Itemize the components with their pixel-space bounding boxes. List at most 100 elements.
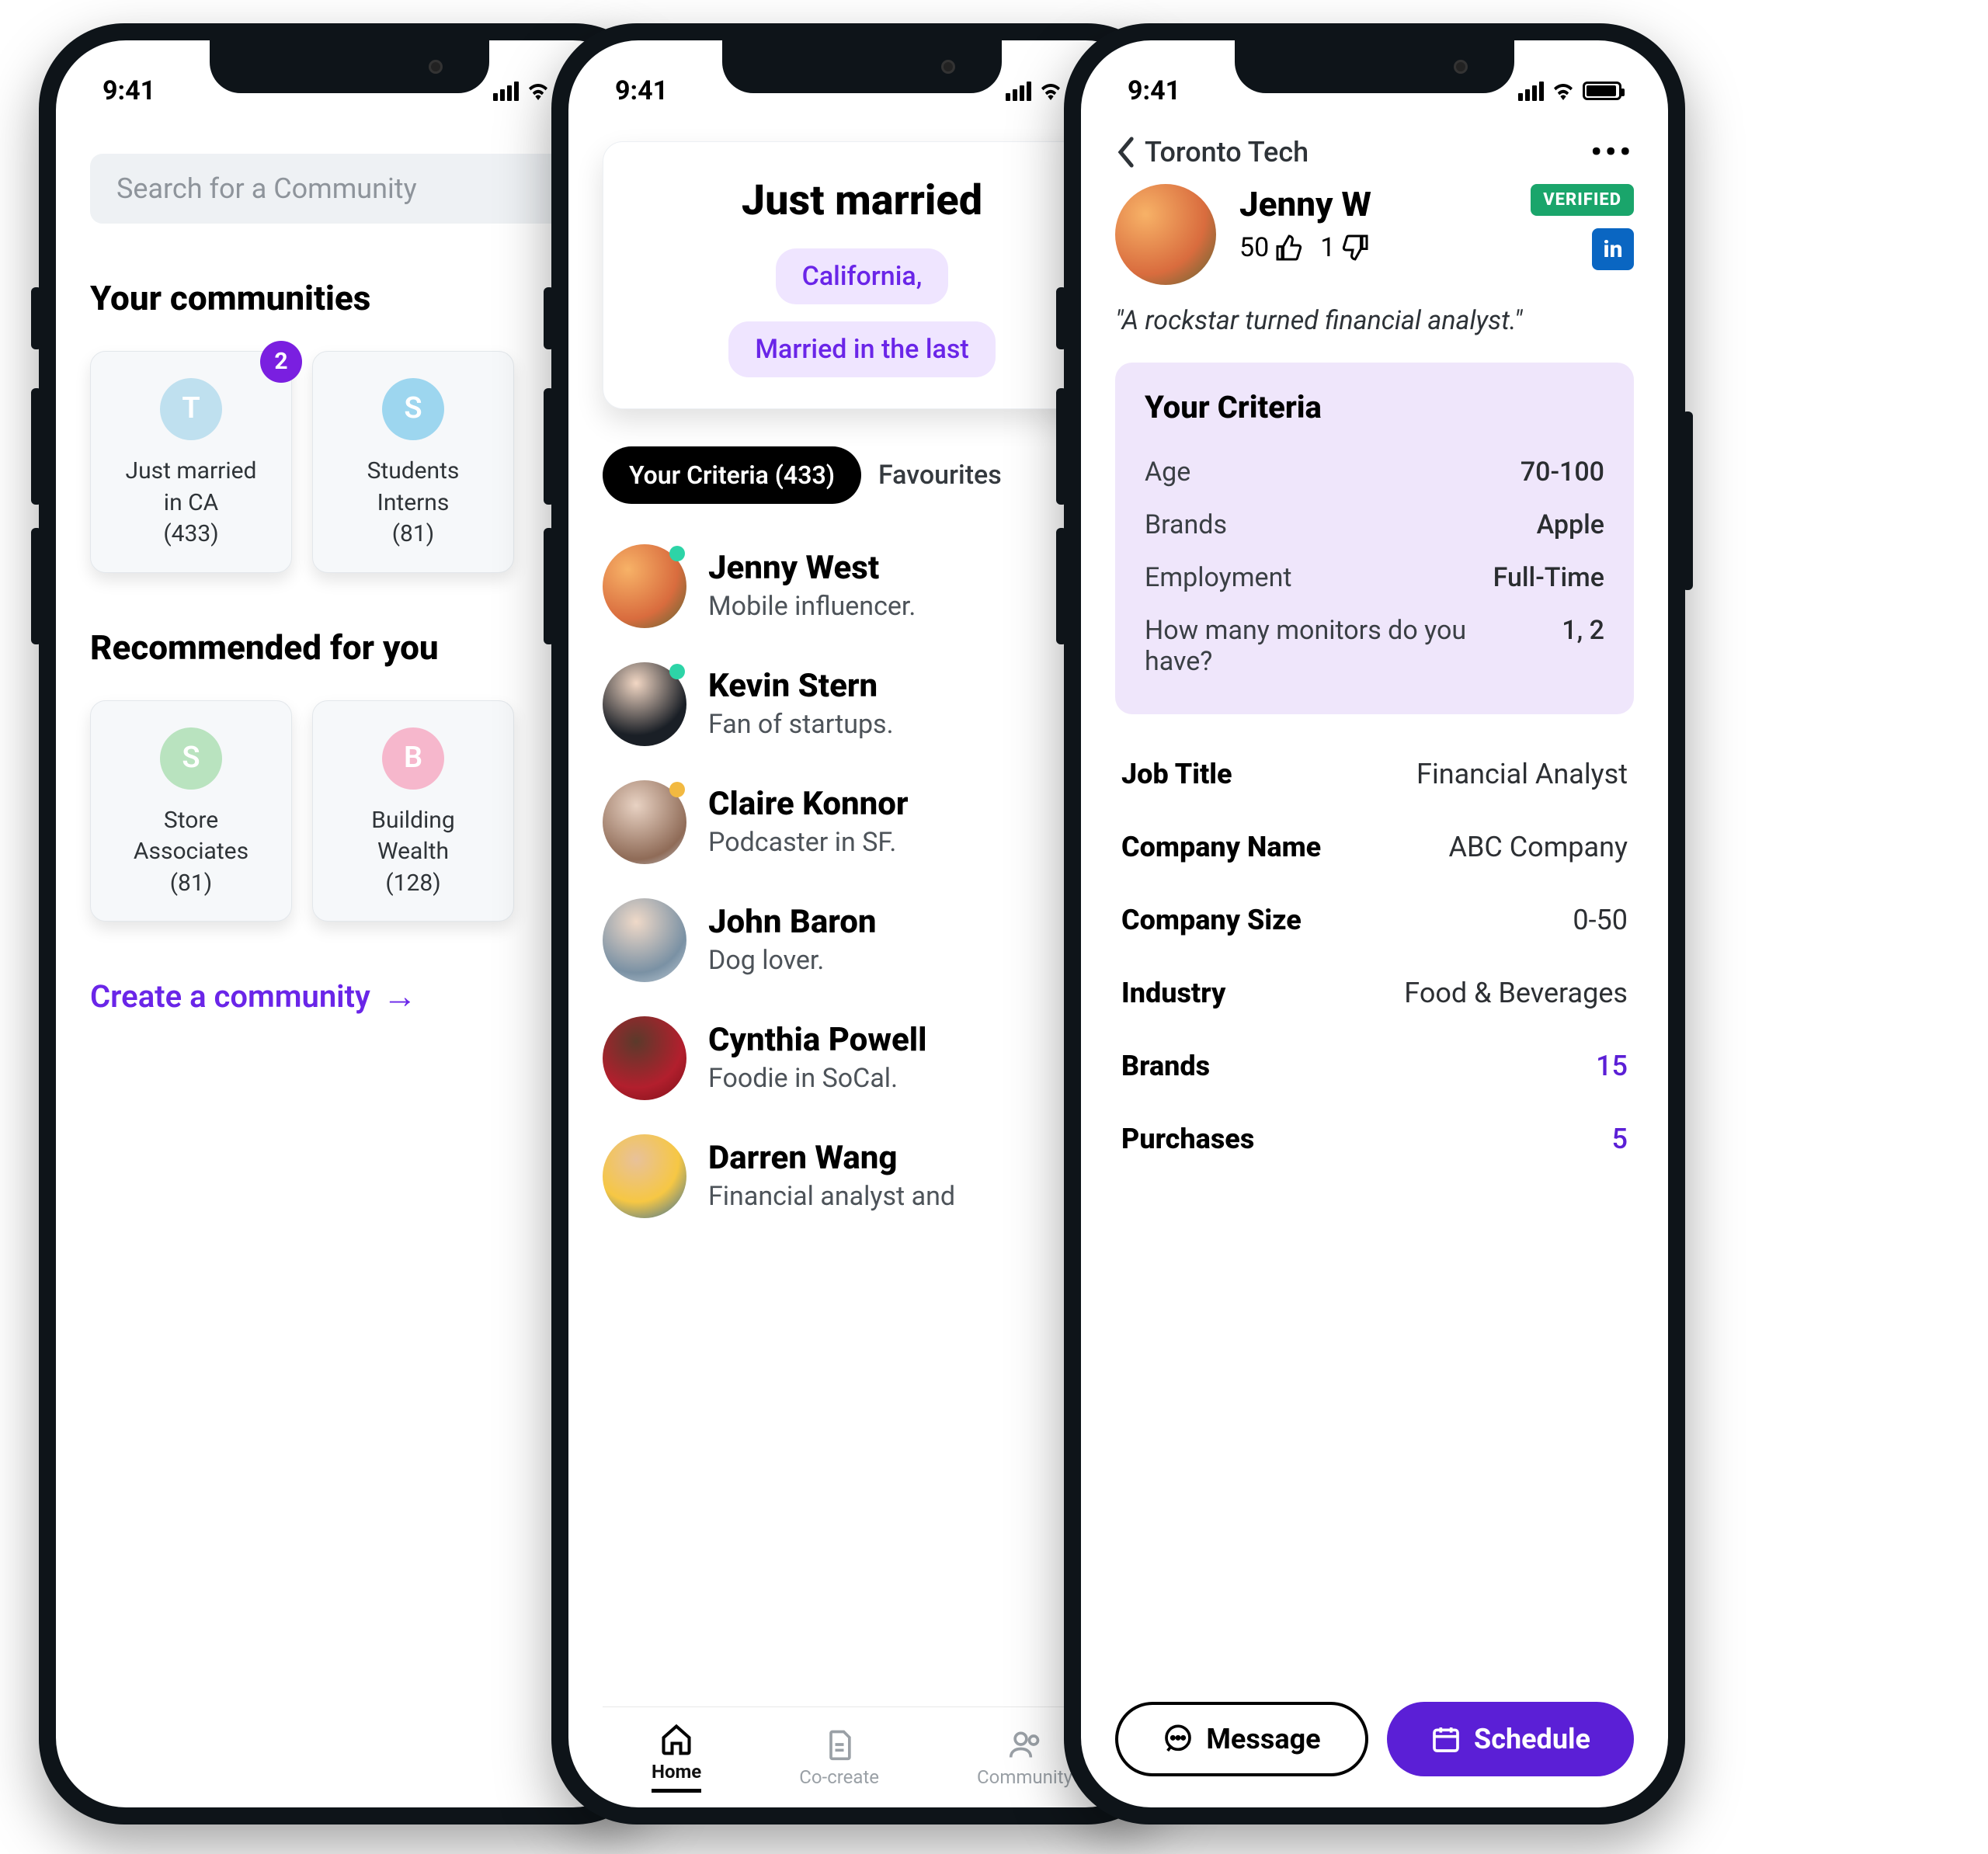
home-icon	[659, 1722, 693, 1756]
criteria-label: Brands	[1145, 509, 1514, 540]
detail-value: 0-50	[1573, 904, 1628, 936]
person-subtitle: Podcaster in SF.	[708, 827, 909, 858]
criteria-row: Brands Apple	[1145, 498, 1604, 551]
nav-home[interactable]: Home	[652, 1722, 701, 1793]
detail-row: Company Name ABC Company	[1121, 811, 1628, 884]
create-community-link[interactable]: Create a community →	[90, 976, 609, 1016]
detail-row: Brands 15	[1121, 1029, 1628, 1102]
message-button[interactable]: Message	[1115, 1702, 1368, 1776]
thumbs-down-icon	[1341, 234, 1369, 262]
back-button[interactable]: Toronto Tech	[1115, 136, 1309, 168]
chevron-left-icon	[1115, 137, 1137, 168]
person-name: Claire Konnor	[708, 786, 909, 822]
detail-row: Company Size 0-50	[1121, 884, 1628, 957]
signal-icon	[493, 82, 519, 101]
person-name: Darren Wang	[708, 1141, 955, 1176]
detail-value[interactable]: 5	[1612, 1123, 1628, 1155]
status-time: 9:41	[615, 75, 668, 106]
detail-row: Purchases 5	[1121, 1102, 1628, 1175]
battery-icon	[1583, 82, 1621, 100]
community-name: StoreAssociates	[100, 805, 282, 868]
detail-row: Job Title Financial Analyst	[1121, 738, 1628, 811]
community-header-card: Just married California, Married in the l…	[603, 141, 1121, 409]
community-card[interactable]: 2 T Just marriedin CA (433)	[90, 351, 292, 573]
community-count: (128)	[322, 868, 504, 900]
community-count: (81)	[100, 868, 282, 900]
notification-badge: 2	[260, 341, 302, 383]
calendar-icon	[1430, 1724, 1461, 1755]
schedule-button[interactable]: Schedule	[1387, 1702, 1634, 1776]
people-icon	[1008, 1727, 1042, 1762]
community-count: (433)	[100, 519, 282, 550]
community-name: Just marriedin CA	[100, 456, 282, 519]
nav-cocreate[interactable]: Co-create	[799, 1727, 879, 1788]
person-name: Jenny West	[708, 550, 916, 586]
your-communities-title: Your communities	[90, 278, 609, 318]
status-dot-icon	[669, 664, 685, 679]
likes-count: 50	[1239, 232, 1303, 263]
person-row[interactable]: Darren Wang Financial analyst and	[603, 1117, 1121, 1235]
wifi-icon	[1039, 82, 1062, 100]
dislikes-count: 1	[1320, 232, 1369, 263]
person-row[interactable]: Claire Konnor Podcaster in SF.	[603, 763, 1121, 881]
detail-label: Company Size	[1121, 904, 1302, 936]
back-label: Toronto Tech	[1145, 136, 1309, 168]
detail-label: Job Title	[1121, 758, 1232, 790]
create-community-label: Create a community	[90, 978, 370, 1015]
search-input[interactable]: Search for a Community	[90, 154, 609, 224]
person-avatar	[603, 544, 686, 628]
criteria-row: How many monitors do you have? 1, 2	[1145, 604, 1604, 688]
filter-chip[interactable]: Married in the last	[728, 321, 995, 377]
detail-label: Industry	[1121, 977, 1225, 1009]
profile-name: Jenny W	[1239, 184, 1371, 224]
person-avatar	[603, 780, 686, 864]
signal-icon	[1518, 82, 1544, 101]
detail-value: Food & Beverages	[1404, 977, 1628, 1009]
bottom-nav: Home Co-create Community	[603, 1706, 1121, 1807]
detail-value[interactable]: 15	[1596, 1050, 1628, 1082]
detail-row: Industry Food & Beverages	[1121, 957, 1628, 1029]
notch	[1235, 40, 1514, 93]
criteria-label: How many monitors do you have?	[1145, 615, 1538, 677]
recommended-card[interactable]: B BuildingWealth (128)	[312, 700, 514, 922]
community-name: StudentsInterns	[322, 456, 504, 519]
community-title: Just married	[634, 176, 1090, 225]
criteria-label: Employment	[1145, 562, 1470, 593]
phone-frame-3: 9:41 Toronto Tech •••	[1064, 23, 1685, 1824]
filter-chip[interactable]: California,	[776, 248, 949, 304]
criteria-row: Age 70-100	[1145, 446, 1604, 498]
community-avatar-icon: B	[382, 727, 444, 790]
criteria-label: Age	[1145, 457, 1497, 488]
criteria-title: Your Criteria	[1145, 389, 1604, 425]
linkedin-icon[interactable]: in	[1592, 228, 1634, 270]
document-icon	[822, 1727, 857, 1762]
person-row[interactable]: John Baron Dog lover.	[603, 881, 1121, 999]
person-row[interactable]: Jenny West Mobile influencer.	[603, 527, 1121, 645]
person-name: Cynthia Powell	[708, 1022, 926, 1058]
criteria-value: 1, 2	[1562, 615, 1604, 646]
person-name: Kevin Stern	[708, 668, 894, 704]
notch	[722, 40, 1002, 93]
person-subtitle: Mobile influencer.	[708, 591, 916, 622]
community-avatar-icon: T	[160, 378, 222, 440]
community-card[interactable]: S StudentsInterns (81)	[312, 351, 514, 573]
tab-your-criteria[interactable]: Your Criteria (433)	[603, 446, 861, 504]
search-placeholder: Search for a Community	[116, 172, 417, 205]
nav-community[interactable]: Community	[977, 1727, 1072, 1788]
arrow-right-icon: →	[383, 976, 417, 1016]
community-avatar-icon: S	[382, 378, 444, 440]
tab-favourites[interactable]: Favourites	[878, 460, 1002, 491]
person-row[interactable]: Cynthia Powell Foodie in SoCal.	[603, 999, 1121, 1117]
person-avatar	[603, 898, 686, 982]
person-row[interactable]: Kevin Stern Fan of startups.	[603, 645, 1121, 763]
detail-label: Purchases	[1121, 1123, 1254, 1155]
criteria-card: Your Criteria Age 70-100 Brands Apple Em…	[1115, 363, 1634, 714]
person-subtitle: Foodie in SoCal.	[708, 1063, 926, 1094]
profile-avatar	[1115, 184, 1216, 285]
recommended-card[interactable]: S StoreAssociates (81)	[90, 700, 292, 922]
criteria-value: 70-100	[1521, 457, 1604, 488]
criteria-value: Full-Time	[1493, 562, 1604, 593]
person-subtitle: Financial analyst and	[708, 1181, 955, 1212]
thumbs-up-icon	[1275, 234, 1303, 262]
more-menu-icon[interactable]: •••	[1590, 134, 1634, 170]
